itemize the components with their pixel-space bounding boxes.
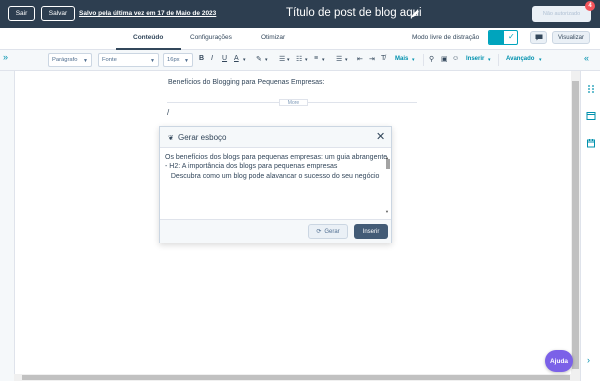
- content-heading[interactable]: Benefícios do Blogging para Pequenas Emp…: [168, 79, 324, 86]
- vertical-scrollbar[interactable]: [571, 71, 580, 374]
- collapse-right-panel-icon[interactable]: «: [584, 53, 589, 63]
- chevron-down-icon: ▼: [184, 58, 189, 64]
- expand-left-panel-icon[interactable]: »: [3, 52, 8, 62]
- bold-icon[interactable]: B: [199, 55, 204, 62]
- horizontal-scrollbar[interactable]: [14, 374, 580, 381]
- right-sidebar: ›: [580, 71, 600, 381]
- insert-button[interactable]: Inserir: [354, 224, 388, 239]
- outline-line: - H2: A importância dos blogs para peque…: [165, 163, 338, 171]
- chevron-down-icon[interactable]: ▾: [243, 57, 246, 63]
- slash-command-text: /: [167, 108, 170, 117]
- chevron-right-icon[interactable]: ›: [587, 355, 590, 365]
- chevron-down-icon[interactable]: ▾: [322, 57, 325, 63]
- drag-handle-icon[interactable]: [586, 84, 596, 94]
- generate-outline-dialog: ❦ Gerar esboço ✕ Os benefícios dos blogs…: [159, 126, 392, 243]
- sparkle-icon: ❦: [168, 135, 174, 142]
- chevron-down-icon[interactable]: ▾: [265, 57, 268, 63]
- close-icon[interactable]: ✕: [376, 130, 385, 143]
- dialog-scrollbar[interactable]: ▲ ▼: [385, 155, 391, 215]
- chevron-down-icon: ▼: [83, 58, 88, 64]
- italic-icon[interactable]: I: [211, 55, 213, 62]
- clear-formatting-icon[interactable]: T̸: [381, 55, 385, 62]
- chevron-down-icon: ▼: [150, 58, 155, 64]
- generate-button[interactable]: ⟳ Gerar: [308, 224, 348, 239]
- paragraph-dropdown-label: Parágrafo: [52, 57, 78, 63]
- post-title[interactable]: Título de post de blog aqui: [286, 7, 422, 19]
- advanced-menu[interactable]: Avançado: [506, 56, 534, 62]
- distraction-free-toggle[interactable]: ✓: [488, 30, 518, 45]
- outline-line: Os benefícios dos blogs para pequenas em…: [165, 154, 388, 161]
- chevron-down-icon[interactable]: ▾: [345, 57, 348, 63]
- tab-optimize[interactable]: Otimizar: [261, 34, 285, 41]
- dialog-footer: ⟳ Gerar Inserir: [160, 219, 391, 243]
- comment-icon: [535, 34, 542, 41]
- chevron-down-icon[interactable]: ▾: [305, 57, 308, 63]
- align-icon[interactable]: ☰: [279, 55, 285, 63]
- layout-icon[interactable]: [586, 111, 596, 121]
- editor-toolbar: Parágrafo ▼ Fonte ▼ 16px ▼ B I U A ▾ ✎ ▾…: [0, 50, 600, 71]
- tabs-bar: Conteúdo Configurações Otimizar Modo liv…: [0, 28, 600, 50]
- line-spacing-icon[interactable]: ☰: [336, 55, 342, 63]
- preview-button[interactable]: Visualizar: [552, 31, 590, 44]
- help-button[interactable]: Ajuda: [545, 350, 573, 372]
- outdent-icon[interactable]: ⇤: [357, 55, 363, 63]
- indent-icon[interactable]: ⇥: [369, 55, 375, 63]
- font-size-label: 16px: [167, 57, 180, 63]
- underline-icon[interactable]: U: [222, 55, 227, 62]
- link-icon[interactable]: ⚲: [429, 55, 434, 63]
- bulleted-list-icon[interactable]: ☷: [296, 55, 302, 63]
- generate-button-label: Gerar: [324, 228, 340, 235]
- outline-line: Descubra como um blog pode alavancar o s…: [165, 172, 380, 180]
- text-color-icon[interactable]: A: [234, 55, 239, 62]
- more-marker: More: [279, 99, 308, 106]
- dialog-header: ❦ Gerar esboço ✕: [160, 127, 391, 148]
- scrollbar-thumb[interactable]: [386, 159, 390, 169]
- notification-badge[interactable]: 4: [585, 1, 595, 11]
- toolbar-divider: [423, 54, 424, 66]
- pencil-icon[interactable]: [410, 7, 420, 19]
- image-icon[interactable]: ▣: [441, 55, 448, 63]
- save-button[interactable]: Salvar: [41, 6, 75, 21]
- exit-button[interactable]: Sair: [8, 6, 35, 21]
- top-bar: Sair Salvar Salvo pela última vez em 17 …: [0, 0, 600, 28]
- chevron-down-icon[interactable]: ▾: [412, 57, 415, 63]
- emoji-icon[interactable]: ☺: [452, 55, 459, 62]
- highlight-icon[interactable]: ✎: [256, 55, 262, 63]
- check-icon: ✓: [508, 32, 515, 41]
- font-size-dropdown[interactable]: 16px ▼: [163, 53, 193, 67]
- chevron-down-icon[interactable]: ▾: [488, 57, 491, 63]
- scrollbar-thumb[interactable]: [22, 375, 570, 380]
- refresh-icon: ⟳: [316, 229, 322, 235]
- numbered-list-icon[interactable]: ≡: [314, 55, 318, 62]
- font-dropdown[interactable]: Fonte ▼: [98, 53, 159, 67]
- distraction-free-label: Modo livre de distração: [412, 34, 480, 41]
- outline-text-area[interactable]: Os benefícios dos blogs para pequenas em…: [164, 153, 390, 215]
- scroll-down-icon[interactable]: ▼: [385, 209, 389, 214]
- chevron-down-icon[interactable]: ▾: [287, 57, 290, 63]
- publish-button[interactable]: Não autorizado: [532, 6, 591, 22]
- tab-content[interactable]: Conteúdo: [133, 34, 163, 41]
- comment-button[interactable]: [530, 31, 547, 44]
- last-saved-link[interactable]: Salvo pela última vez em 17 de Maio de 2…: [79, 10, 216, 17]
- toggle-knob: [489, 31, 504, 44]
- more-menu[interactable]: Mais: [395, 56, 408, 62]
- scrollbar-thumb[interactable]: [572, 81, 579, 369]
- font-dropdown-label: Fonte: [102, 57, 117, 63]
- chevron-down-icon[interactable]: ▾: [539, 57, 542, 63]
- dialog-title: Gerar esboço: [178, 133, 227, 142]
- toolbar-divider: [498, 54, 499, 66]
- tab-settings[interactable]: Configurações: [190, 34, 232, 41]
- paragraph-dropdown[interactable]: Parágrafo ▼: [48, 53, 92, 67]
- insert-menu[interactable]: Inserir: [466, 56, 484, 62]
- calendar-icon[interactable]: [586, 138, 596, 148]
